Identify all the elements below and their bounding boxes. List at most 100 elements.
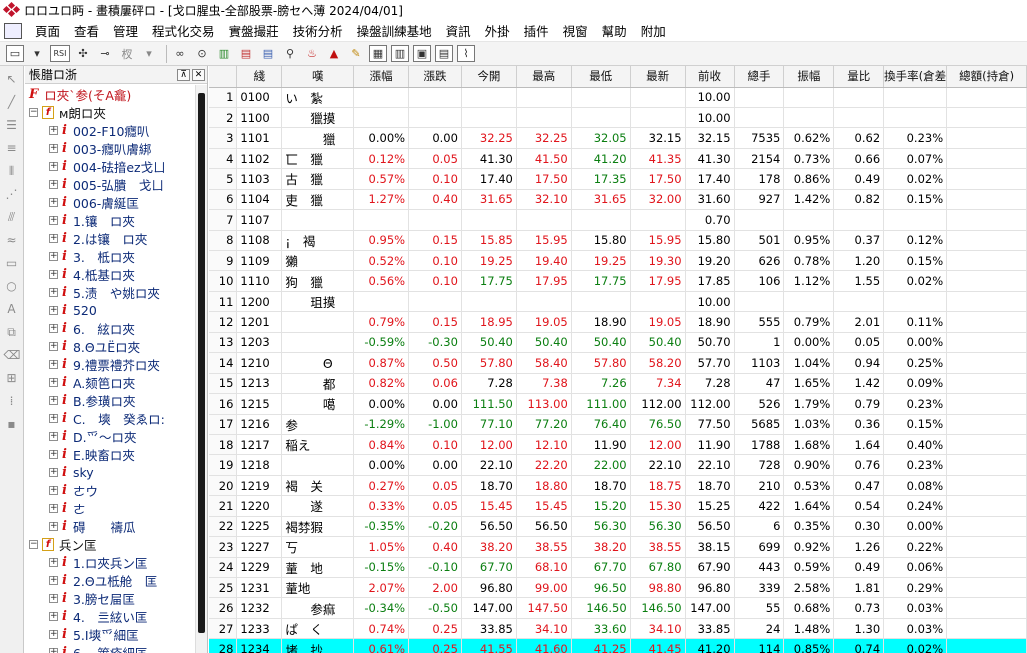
zoom-icon[interactable]: ⊙ xyxy=(193,45,211,62)
table-row[interactable]: 28 1234 堵 抄 0.61% 0.25 41.55 41.60 41.25 41.45 41… xyxy=(209,638,1027,653)
circle-tool-icon[interactable]: ○ xyxy=(4,279,20,293)
column-header-1[interactable]: 綫 xyxy=(236,66,283,88)
pencil-icon[interactable]: ✎ xyxy=(347,45,365,62)
menu-item-12[interactable]: 幫助 xyxy=(595,21,634,40)
table-row[interactable]: 3 1101 獵 0.00% 0.00 32.25 32.25 32.05 32.15 32.1… xyxy=(209,127,1027,149)
expand-icon[interactable]: + xyxy=(49,287,58,297)
table-row[interactable]: 26 1232 参痲 -0.34% -0.50 147.00 147.50 146.50 14… xyxy=(209,597,1027,619)
table-row[interactable]: 16 1215 噶 0.00% 0.00 111.50 113.00 111.00 112.0… xyxy=(209,393,1027,415)
menu-item-9[interactable]: 外掛 xyxy=(478,21,517,40)
columns-icon[interactable]: ▥ xyxy=(391,45,409,62)
expand-icon[interactable]: + xyxy=(49,305,58,315)
line-tool-icon[interactable]: ╱ xyxy=(4,95,20,109)
tree-node[interactable]: + i B.参璜ロ夾 xyxy=(25,391,195,409)
eraser-tool-icon[interactable]: ⌫ xyxy=(4,348,21,362)
table-row[interactable]: 4 1102 匸 獵 0.12% 0.05 41.30 41.50 41.20 41.35 41.… xyxy=(209,148,1027,170)
table-row[interactable]: 14 1210 Θ 0.87% 0.50 57.80 58.40 57.80 58.20 57.… xyxy=(209,352,1027,374)
pointer-tool-icon[interactable]: ↖ xyxy=(4,72,20,86)
column-header-12[interactable]: 量比 xyxy=(833,66,885,88)
expand-icon[interactable]: + xyxy=(49,215,58,225)
expand-icon[interactable]: + xyxy=(49,593,58,603)
scrollbar-thumb[interactable] xyxy=(198,93,205,633)
menu-item-7[interactable]: 操盤訓練基地 xyxy=(350,21,439,40)
collapse-icon[interactable]: − xyxy=(29,107,38,117)
dropdown-arrow-icon[interactable]: ▾ xyxy=(28,45,46,62)
tree-node[interactable]: + i 3.膀セ屇匡 xyxy=(25,589,195,607)
tree-node[interactable]: − f м朗ロ夾 xyxy=(25,103,195,121)
menu-item-5[interactable]: 實盤撮莊 xyxy=(222,21,286,40)
table-row[interactable]: 18 1217 稲え 0.84% 0.10 12.00 12.10 11.90 12.00 11.… xyxy=(209,434,1027,456)
save-tool-icon[interactable]: ▪ xyxy=(4,417,20,431)
expand-icon[interactable]: + xyxy=(49,251,58,261)
expand-icon[interactable]: + xyxy=(49,485,58,495)
alarm-icon[interactable]: ▲ xyxy=(325,45,343,62)
tree-node[interactable]: + i 3. 柢ロ夾 xyxy=(25,247,195,265)
tree-node[interactable]: + i 1.镶 ロ夾 xyxy=(25,211,195,229)
menu-window-icon[interactable] xyxy=(4,22,22,39)
menu-item-11[interactable]: 視窗 xyxy=(556,21,595,40)
line-chart-icon[interactable]: ⌇ xyxy=(457,45,475,62)
table-row[interactable]: 9 1109 獺 0.52% 0.10 19.25 19.40 19.25 19.30 19.20… xyxy=(209,250,1027,272)
tree-node[interactable]: + i ㄜウ xyxy=(25,481,195,499)
expand-icon[interactable]: + xyxy=(49,179,58,189)
search-doc-icon[interactable]: ⚲ xyxy=(281,45,299,62)
expand-icon[interactable]: + xyxy=(49,197,58,207)
expand-icon[interactable]: + xyxy=(49,557,58,567)
tree-node[interactable]: + i 2.は镶 ロ夾 xyxy=(25,229,195,247)
table-row[interactable]: 17 1216 参 -1.29% -1.00 77.10 77.20 76.40 76.50 77… xyxy=(209,414,1027,435)
rightwards-icon[interactable]: 杈 xyxy=(118,45,136,62)
tree-node[interactable]: + i 8.ΘユЁロ夾 xyxy=(25,337,195,355)
lock-tool-icon[interactable]: ⊞ xyxy=(4,371,20,385)
window-split-icon[interactable]: ▤ xyxy=(435,45,453,62)
table-row[interactable]: 11 1200 珇摸 10.00 xyxy=(209,291,1027,313)
rsi-button[interactable]: RSI xyxy=(50,45,70,62)
column-header-2[interactable]: 嘆 xyxy=(281,66,355,88)
table-row[interactable]: 20 1219 褐 关 0.27% 0.05 18.70 18.80 18.70 18.75 18… xyxy=(209,475,1027,497)
table-row[interactable]: 15 1213 都 0.82% 0.06 7.28 7.38 7.26 7.34 7.28 47 1… xyxy=(209,373,1027,395)
menu-item-3[interactable]: 管理 xyxy=(106,21,145,40)
tree-node[interactable]: + i 5.渍 や姚ロ夾 xyxy=(25,283,195,301)
table-row[interactable]: 8 1108 ¡ 褐 0.95% 0.15 15.85 15.95 15.80 15.95 15.… xyxy=(209,230,1027,252)
window-icon[interactable]: ▣ xyxy=(413,45,431,62)
expand-icon[interactable]: + xyxy=(49,377,58,387)
crosshair-icon[interactable]: ✣ xyxy=(74,45,92,62)
expand-icon[interactable]: + xyxy=(49,323,58,333)
expand-icon[interactable]: + xyxy=(49,359,58,369)
tree-node[interactable]: F ロ夾`参(そA龕) xyxy=(25,85,195,103)
table-row[interactable]: 25 1231 蕫地 2.07% 2.00 96.80 99.00 96.50 98.80 96.… xyxy=(209,577,1027,599)
grid-icon[interactable]: ▦ xyxy=(369,45,387,62)
table-row[interactable]: 2 1100 獵摸 10.00 xyxy=(209,107,1027,129)
table-row[interactable]: 19 1218 0.00% 0.00 22.10 22.20 22.00 22.10 22.10… xyxy=(209,454,1027,476)
table-row[interactable]: 12 1201 0.79% 0.15 18.95 19.05 18.90 19.05 18.90… xyxy=(209,311,1027,333)
table-row[interactable]: 1 0100 い 紮 10.00 xyxy=(209,87,1027,108)
tree-node[interactable]: + i sky xyxy=(25,463,195,481)
expand-icon[interactable]: + xyxy=(49,449,58,459)
panel-scrollbar[interactable] xyxy=(195,85,207,653)
table-row[interactable]: 24 1229 蕫 地 -0.15% -0.10 67.70 68.10 67.70 67.80… xyxy=(209,557,1027,579)
expand-icon[interactable]: + xyxy=(49,125,58,135)
tree-node[interactable]: + i 2.Θユ柢舱 匡 xyxy=(25,571,195,589)
table-row[interactable]: 22 1225 褐棼猳 -0.35% -0.20 56.50 56.50 56.30 56.30… xyxy=(209,516,1027,538)
expand-icon[interactable]: + xyxy=(49,575,58,585)
tree-node[interactable]: + i E.映畜ロ夾 xyxy=(25,445,195,463)
tree-node[interactable]: + i 1.ロ夾兵ン匡 xyxy=(25,553,195,571)
menu-item-10[interactable]: 插件 xyxy=(517,21,556,40)
table-row[interactable]: 6 1104 吏 獵 1.27% 0.40 31.65 32.10 31.65 32.00 31.… xyxy=(209,189,1027,211)
close-panel-button[interactable]: ✕ xyxy=(192,68,205,81)
channel-tool-icon[interactable]: ⫻ xyxy=(4,210,20,224)
expand-icon[interactable]: + xyxy=(49,341,58,351)
draw-line-icon[interactable]: ⊸ xyxy=(96,45,114,62)
tree-node[interactable]: + i 003-癮叭膚綁 xyxy=(25,139,195,157)
expand-icon[interactable]: + xyxy=(49,233,58,243)
expand-icon[interactable]: + xyxy=(49,143,58,153)
infinity-icon[interactable]: ∞ xyxy=(171,45,189,62)
tree-node[interactable]: + i 6. 箂疹細匡 xyxy=(25,643,195,653)
tree-node[interactable]: − f 兵ン匡 xyxy=(25,535,195,553)
parallel-tool-icon[interactable]: ≡ xyxy=(4,141,20,155)
column-header-6[interactable]: 最高 xyxy=(516,66,572,88)
expand-icon[interactable]: + xyxy=(49,503,58,513)
wave-tool-icon[interactable]: ≈ xyxy=(4,233,20,247)
column-header-8[interactable]: 最新 xyxy=(630,66,686,88)
tree-node[interactable]: + i C. 塽 癸ゑロ: xyxy=(25,409,195,427)
rectangle-tool-icon[interactable]: ▭ xyxy=(4,256,20,270)
